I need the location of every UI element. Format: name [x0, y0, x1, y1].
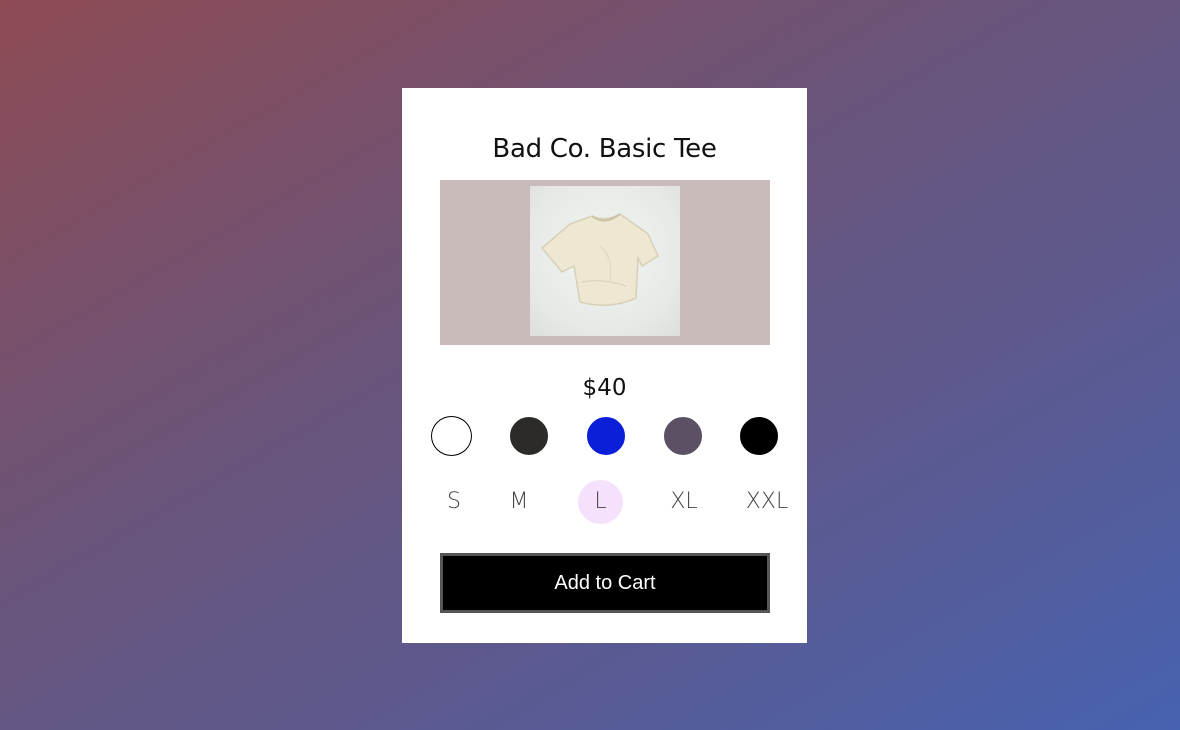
add-to-cart-button[interactable]: Add to Cart: [440, 553, 770, 613]
color-swatch-blue[interactable]: [587, 417, 625, 455]
product-card: Bad Co. Basic Tee $40 S M L XL XXL Add t…: [402, 88, 807, 643]
color-swatch-slate[interactable]: [664, 417, 702, 455]
product-image-frame: [440, 180, 770, 345]
product-title: Bad Co. Basic Tee: [492, 134, 717, 164]
size-option-xl[interactable]: XL: [664, 480, 704, 524]
size-option-m[interactable]: M: [504, 480, 534, 524]
t-shirt-icon: [540, 213, 659, 306]
size-option-l[interactable]: L: [578, 480, 623, 524]
color-swatch-charcoal[interactable]: [510, 417, 548, 455]
color-swatch-white[interactable]: [431, 416, 472, 456]
product-price: $40: [582, 375, 627, 401]
size-option-s[interactable]: S: [440, 480, 468, 524]
size-option-xxl[interactable]: XXL: [742, 480, 792, 524]
color-swatch-black[interactable]: [740, 417, 778, 455]
t-shirt-photo: [530, 186, 680, 336]
